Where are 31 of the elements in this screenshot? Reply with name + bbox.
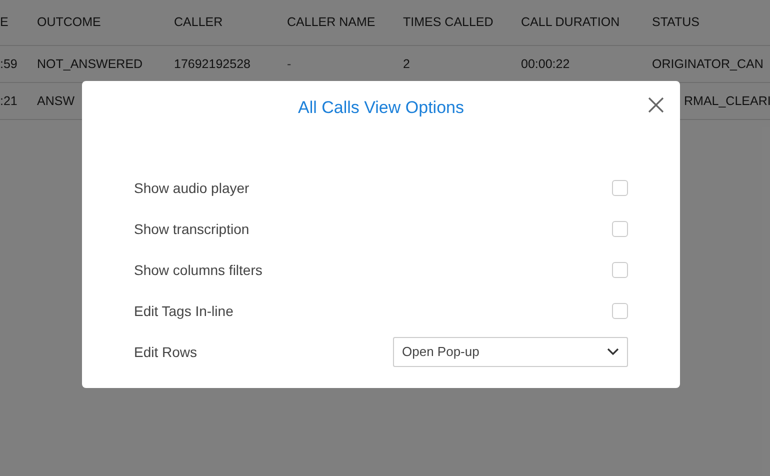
table-cell: :59 xyxy=(0,56,18,71)
table-cell: ORIGINATOR_CAN xyxy=(652,56,764,71)
table-cell: - xyxy=(287,56,292,71)
table-cell: 00:00:22 xyxy=(521,56,570,71)
close-icon xyxy=(648,97,664,113)
table-cell: 17692192528 xyxy=(174,56,250,71)
column-header: CALL DURATION xyxy=(521,15,620,30)
checkbox[interactable] xyxy=(612,180,628,196)
column-header: TIMES CALLED xyxy=(403,15,494,30)
table-cell: 2 xyxy=(403,56,410,71)
table-cell: RMAL_CLEARI xyxy=(684,94,770,108)
checkbox[interactable] xyxy=(612,221,628,237)
select-dropdown[interactable]: Open Pop-up xyxy=(393,337,628,367)
option-label: Edit Rows xyxy=(134,342,198,362)
checkbox[interactable] xyxy=(612,303,628,319)
close-button[interactable] xyxy=(646,95,666,115)
table-cell: :21 xyxy=(0,94,18,108)
column-header: CALLER xyxy=(174,15,223,30)
column-header: OUTCOME xyxy=(37,15,101,30)
table-cell: NOT_ANSWERED xyxy=(37,56,143,71)
option-label: Show columns filters xyxy=(134,260,262,280)
option-label: Show audio player xyxy=(134,178,250,198)
checkbox[interactable] xyxy=(612,262,628,278)
column-header: CALLER NAME xyxy=(287,15,376,30)
column-header: E xyxy=(0,15,8,30)
column-header: STATUS xyxy=(652,15,700,30)
option-label: Show transcription xyxy=(134,220,250,239)
chevron-down-icon xyxy=(607,348,619,356)
dialog-title: All Calls View Options xyxy=(298,97,464,119)
table-cell: ANSW xyxy=(37,94,74,108)
option-label: Edit Tags In-line xyxy=(134,302,234,321)
